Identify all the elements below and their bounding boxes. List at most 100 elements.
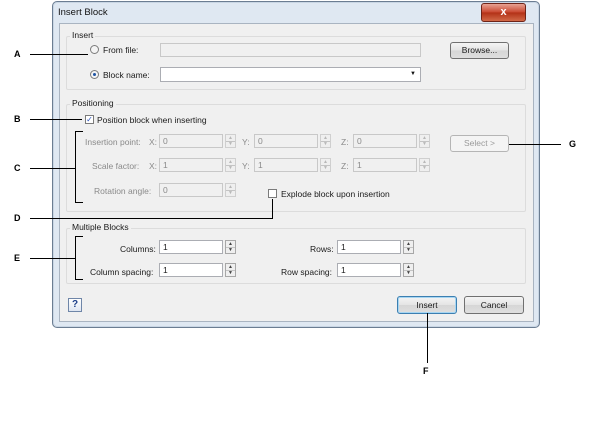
columns-label: Columns: [120,244,156,254]
block-name-label[interactable]: Block name: [103,70,150,80]
spin-down-icon[interactable]: ▼ [321,141,330,147]
insertion-y-input[interactable]: 0 [254,134,318,148]
columns-spinner[interactable]: ▲ ▼ [225,240,236,254]
help-icon[interactable]: ? [68,298,82,312]
scale-y-input[interactable]: 1 [254,158,318,172]
column-spacing-spinner[interactable]: ▲ ▼ [225,263,236,277]
scale-factor-label: Scale factor: [92,161,140,171]
rows-spinner[interactable]: ▲ ▼ [403,240,414,254]
callout-c: C [14,163,21,173]
callout-b: B [14,114,21,124]
callout-f-line [427,313,428,363]
spin-down-icon[interactable]: ▼ [226,270,235,276]
callout-c-line [30,168,75,169]
callout-e: E [14,253,21,263]
rotation-angle-value: 0 [163,185,168,195]
row-spacing-label: Row spacing: [281,267,333,277]
callout-e-line [30,258,75,259]
insertion-y-label: Y: [242,137,250,147]
dialog-title: Insert Block [58,7,108,18]
spin-down-icon[interactable]: ▼ [404,270,413,276]
row-spacing-spinner[interactable]: ▲ ▼ [403,263,414,277]
multiple-blocks-group-label: Multiple Blocks [70,222,131,232]
callout-e-bracket-bottom [75,279,83,280]
insertion-x-spinner[interactable]: ▲ ▼ [225,134,236,148]
callout-c-bracket-bottom [75,202,83,203]
title-bar[interactable] [53,2,537,24]
insertion-x-input[interactable]: 0 [159,134,223,148]
column-spacing-label: Column spacing: [90,267,154,277]
insertion-z-label: Z: [341,137,349,147]
rotation-angle-spinner[interactable]: ▲ ▼ [225,183,236,197]
insertion-point-label: Insertion point: [85,137,141,147]
columns-value: 1 [163,242,168,252]
scale-y-value: 1 [258,160,263,170]
insertion-y-spinner[interactable]: ▲ ▼ [320,134,331,148]
scale-x-value: 1 [163,160,168,170]
insertion-z-spinner[interactable]: ▲ ▼ [419,134,430,148]
callout-c-bracket [75,131,76,203]
close-button[interactable]: x [481,3,526,22]
row-spacing-value: 1 [341,265,346,275]
callout-d: D [14,213,21,223]
spin-down-icon[interactable]: ▼ [420,141,429,147]
scale-y-spinner[interactable]: ▲ ▼ [320,158,331,172]
position-block-checkbox[interactable]: ✓ [85,115,94,124]
insertion-x-label: X: [149,137,158,147]
scale-z-spinner[interactable]: ▲ ▼ [419,158,430,172]
from-file-input[interactable] [160,43,421,57]
positioning-group-label: Positioning [70,98,116,108]
rotation-angle-input[interactable]: 0 [159,183,223,197]
scale-z-label: Z: [341,161,349,171]
insert-button[interactable]: Insert [397,296,457,314]
spin-down-icon[interactable]: ▼ [226,190,235,196]
scale-x-label: X: [149,161,158,171]
callout-e-bracket-top [75,236,83,237]
callout-d-line [30,218,273,219]
insertion-z-value: 0 [357,136,362,146]
callout-b-line [30,119,82,120]
from-file-radio[interactable] [90,45,99,54]
spin-down-icon[interactable]: ▼ [321,165,330,171]
callout-g: G [569,139,577,149]
scale-x-input[interactable]: 1 [159,158,223,172]
callout-a-line [30,54,88,55]
insertion-x-value: 0 [163,136,168,146]
chevron-down-icon[interactable]: ▼ [410,71,416,77]
from-file-label[interactable]: From file: [103,45,138,55]
scale-y-label: Y: [242,161,250,171]
spin-down-icon[interactable]: ▼ [404,247,413,253]
select-button[interactable]: Select > [450,135,509,152]
callout-a: A [14,49,21,59]
insertion-y-value: 0 [258,136,263,146]
spin-down-icon[interactable]: ▼ [420,165,429,171]
callout-c-bracket-top [75,131,83,132]
block-name-radio[interactable] [90,70,99,79]
block-name-combo[interactable]: ▼ [160,67,421,82]
cancel-button[interactable]: Cancel [464,296,524,314]
spin-down-icon[interactable]: ▼ [226,247,235,253]
spin-down-icon[interactable]: ▼ [226,141,235,147]
rows-input[interactable]: 1 [337,240,401,254]
column-spacing-input[interactable]: 1 [159,263,223,277]
position-block-label[interactable]: Position block when inserting [97,115,207,125]
scale-z-input[interactable]: 1 [353,158,417,172]
insert-group-label: Insert [70,30,96,40]
row-spacing-input[interactable]: 1 [337,263,401,277]
column-spacing-value: 1 [163,265,168,275]
spin-down-icon[interactable]: ▼ [226,165,235,171]
callout-d-vertical [272,199,273,219]
explode-block-checkbox[interactable] [268,189,277,198]
callout-f: F [423,366,429,376]
callout-g-line [509,144,561,145]
rows-label: Rows: [310,244,334,254]
browse-button[interactable]: Browse... [450,42,509,59]
scale-x-spinner[interactable]: ▲ ▼ [225,158,236,172]
rotation-angle-label: Rotation angle: [94,186,152,196]
explode-block-label[interactable]: Explode block upon insertion [281,189,390,199]
scale-z-value: 1 [357,160,362,170]
columns-input[interactable]: 1 [159,240,223,254]
callout-e-bracket [75,236,76,280]
insertion-z-input[interactable]: 0 [353,134,417,148]
rows-value: 1 [341,242,346,252]
